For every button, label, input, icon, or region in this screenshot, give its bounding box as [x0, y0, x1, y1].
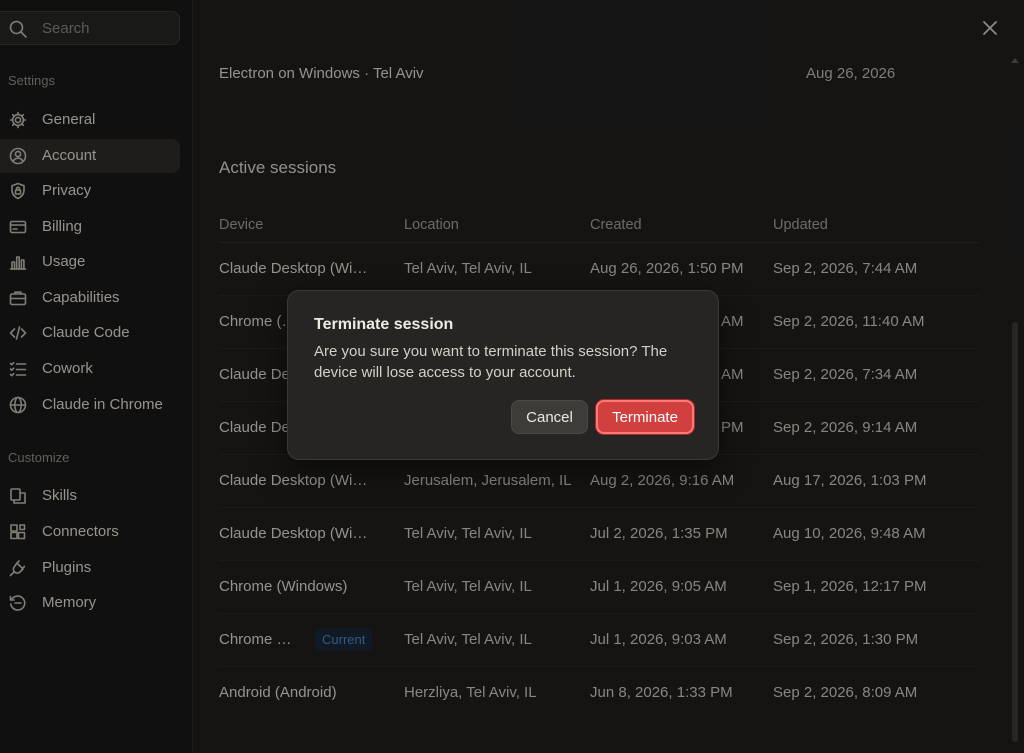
- terminate-button[interactable]: Terminate: [596, 400, 694, 434]
- terminate-session-dialog: Terminate session Are you sure you want …: [287, 290, 719, 460]
- cancel-button[interactable]: Cancel: [511, 400, 588, 434]
- dialog-title: Terminate session: [314, 316, 454, 333]
- dialog-message: Are you sure you want to terminate this …: [314, 343, 668, 381]
